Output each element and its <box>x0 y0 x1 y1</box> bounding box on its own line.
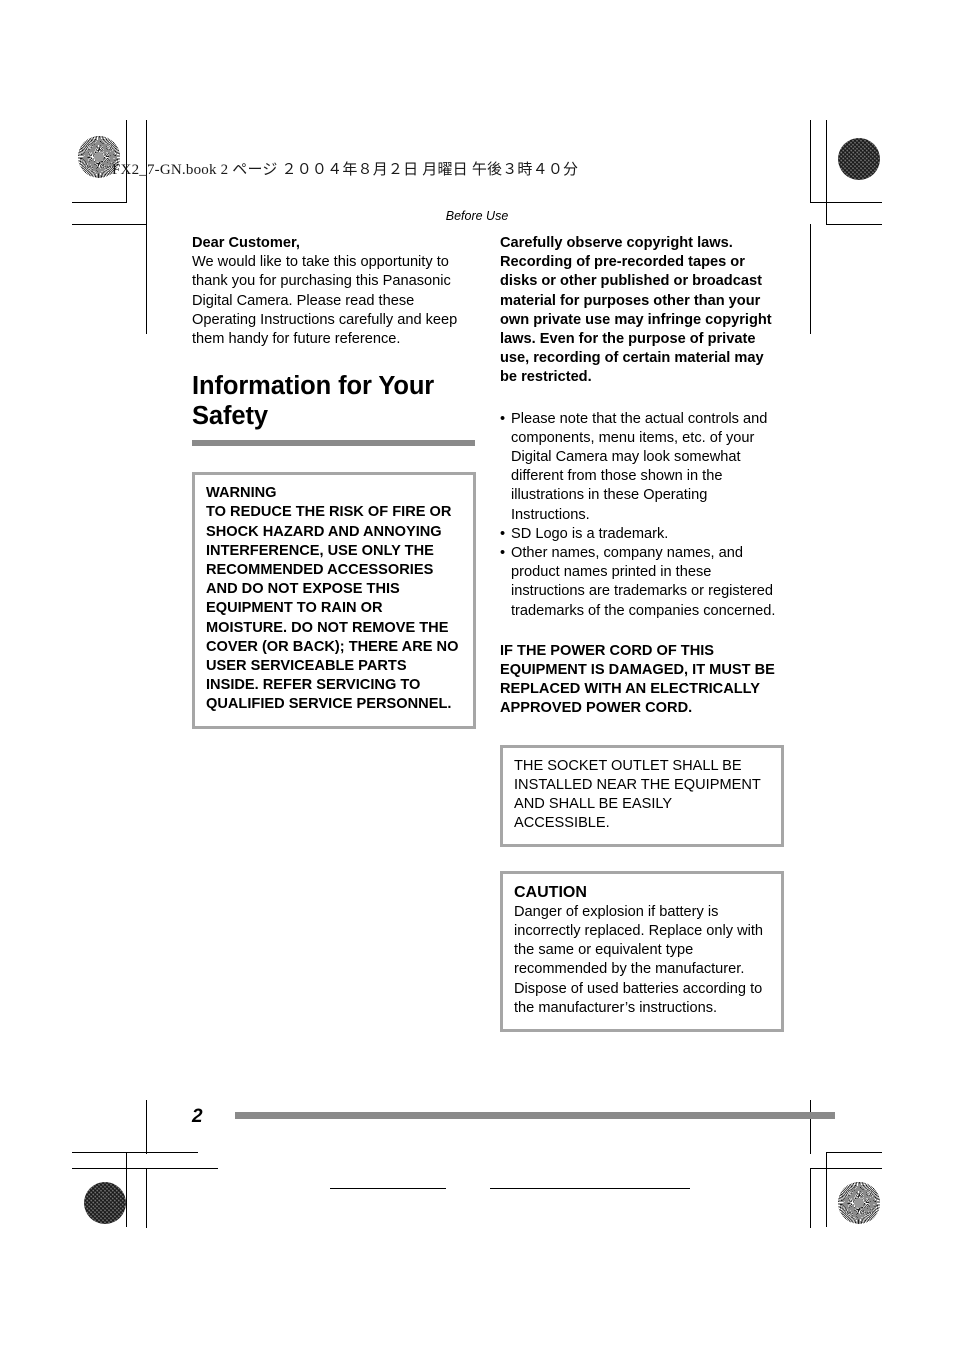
list-item: SD Logo is a trademark. <box>500 525 784 544</box>
crop-mark-line <box>810 120 811 202</box>
caution-box: CAUTION Danger of explosion if battery i… <box>500 871 784 1032</box>
registration-crosshair <box>822 648 866 692</box>
crop-mark-line <box>490 1188 690 1189</box>
registration-crosshair <box>147 1186 191 1230</box>
registration-crosshair <box>757 1186 801 1230</box>
caution-box-body: Danger of explosion if battery is incorr… <box>514 903 764 1016</box>
registration-target-burst <box>838 1182 880 1224</box>
registration-crosshair <box>86 1108 130 1152</box>
crop-mark-line <box>810 1100 811 1154</box>
registration-crosshair <box>446 1186 490 1230</box>
greeting-body: We would like to take this opportunity t… <box>192 254 458 348</box>
crop-mark-line <box>146 224 147 334</box>
crop-mark-line <box>146 1100 147 1154</box>
crop-mark-line <box>330 1188 446 1189</box>
registration-target-mesh <box>838 138 880 180</box>
registration-crosshair <box>757 148 801 192</box>
crop-mark-line <box>72 1152 198 1153</box>
crop-mark-line <box>126 1152 127 1227</box>
crop-mark-line <box>810 224 811 334</box>
file-header-text: FX2_7-GN.book 2 ページ ２００４年８月２日 月曜日 午後３時４０… <box>112 162 579 178</box>
warning-box-body: TO REDUCE THE RISK OF FIRE OR SHOCK HAZA… <box>206 504 459 713</box>
crop-mark-line <box>810 1168 882 1169</box>
manual-page: FX2_7-GN.book 2 ページ ２００４年８月２日 月曜日 午後３時４０… <box>0 0 954 1348</box>
right-column: Carefully observe copyright laws. Record… <box>500 234 784 1032</box>
power-cord-notice: IF THE POWER CORD OF THIS EQUIPMENT IS D… <box>500 642 775 717</box>
warning-box: WARNING TO REDUCE THE RISK OF FIRE OR SH… <box>192 472 476 729</box>
warning-box-title: WARNING <box>206 485 277 502</box>
list-item-text: SD Logo is a trademark. <box>511 525 669 542</box>
running-head: Before Use <box>445 209 509 223</box>
list-item-text: Other names, company names, and product … <box>511 545 776 619</box>
copyright-notice: Carefully observe copyright laws. Record… <box>500 235 772 386</box>
left-column: Dear Customer, We would like to take thi… <box>192 234 476 729</box>
page-number: 2 <box>192 1106 203 1127</box>
socket-outlet-box-body: THE SOCKET OUTLET SHALL BE INSTALLED NEA… <box>514 757 761 832</box>
caution-box-title: CAUTION <box>514 884 587 902</box>
list-item: Other names, company names, and product … <box>500 544 784 621</box>
registration-crosshair <box>86 648 130 692</box>
registration-target-mesh <box>84 1182 126 1224</box>
crop-mark-line <box>826 1152 882 1153</box>
list-item: Please note that the actual controls and… <box>500 410 784 525</box>
page-title: Information for Your Safety <box>192 372 435 431</box>
crop-mark-line <box>810 1168 811 1228</box>
list-item-text: Please note that the actual controls and… <box>511 410 768 523</box>
greeting-title: Dear Customer, <box>192 235 300 251</box>
crop-mark-line <box>72 1168 218 1169</box>
crop-mark-line <box>826 1152 827 1227</box>
socket-outlet-box: THE SOCKET OUTLET SHALL BE INSTALLED NEA… <box>500 744 784 848</box>
title-underline-rule <box>192 440 475 447</box>
footer-rule <box>235 1112 835 1119</box>
notes-list: Please note that the actual controls and… <box>500 410 784 621</box>
